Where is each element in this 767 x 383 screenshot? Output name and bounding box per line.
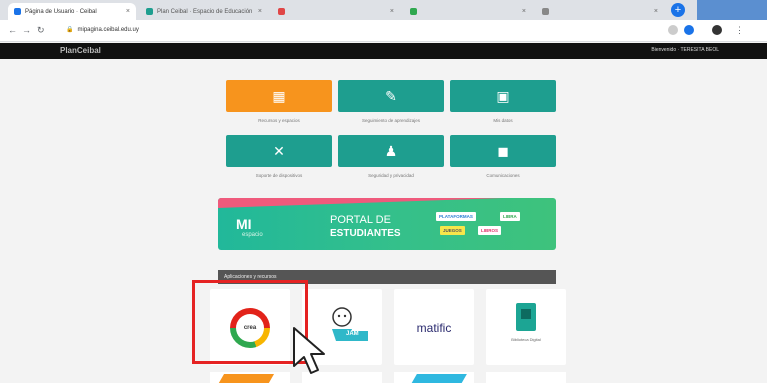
tile-soporte[interactable]: ✕ [226,135,332,167]
site-logo[interactable]: PlanCeibal [60,46,101,55]
user-greeting[interactable]: Bienvenido · TERESITA BEOL [651,47,719,53]
menu-dots-icon[interactable]: ⋮ [735,25,744,36]
tile-caption: Seguimiento de aprendizajes [361,118,421,123]
close-icon[interactable]: × [654,8,658,15]
tab-favicon-icon [542,8,549,15]
tab-favicon-icon [146,8,153,15]
bookmark-icon: ◼ [497,142,509,159]
banner-portal-line2: ESTUDIANTES [330,228,401,239]
portal-estudiantes-banner[interactable]: MI espacio PORTAL DE ESTUDIANTES PLATAFO… [218,198,556,250]
tab-label: Página de Usuario · Ceibal [25,8,97,15]
close-icon[interactable]: × [258,8,262,15]
browser-tab-bar: Página de Usuario · Ceibal × Plan Ceibal… [0,0,767,20]
site-header: PlanCeibal Bienvenido · TERESITA BEOL [0,43,767,59]
tile-recursos[interactable]: ▦ [226,80,332,112]
tab-favicon-icon [278,8,285,15]
address-bar-row: ← → ↻ 🔒 mipagina.ceibal.edu.uy ⋮ [0,20,767,42]
tile-mis-datos[interactable]: ▣ [450,80,556,112]
app-card-biblioteca[interactable]: Biblioteca Digital [486,289,566,365]
biblioteca-label: Biblioteca Digital [511,337,541,342]
banner-mi: MI [236,216,252,232]
app-card[interactable] [210,372,290,383]
tile-caption: Mis datos [493,118,513,123]
tab-label: Plan Ceibal · Espacio de Educación [157,8,253,15]
banner-stripe [218,198,556,209]
url-text: mipagina.ceibal.edu.uy [77,27,139,33]
browser-tab-active[interactable]: Página de Usuario · Ceibal × [8,3,136,20]
app-card[interactable] [486,372,566,383]
tile-caption: Seguridad y privacidad [368,173,414,178]
app-card-matific[interactable]: matific [394,289,474,365]
extension-icon[interactable] [668,25,678,35]
close-icon[interactable]: × [126,8,130,15]
tab-favicon-icon [410,8,417,15]
app-card[interactable] [394,372,474,383]
chip-libra: LIBRA [500,212,520,221]
card-graphic [215,374,275,383]
highlight-box [192,280,308,364]
book-icon: ▣ [496,87,510,104]
window-controls[interactable] [697,0,767,20]
banner-portal-line1: PORTAL DE [330,214,391,226]
reload-icon[interactable]: ↻ [37,25,45,36]
clipboard-icon: ✎ [385,87,397,104]
tile-caption: Comunicaciones [486,173,520,178]
close-icon[interactable]: × [390,8,394,15]
url-field[interactable]: 🔒 mipagina.ceibal.edu.uy [66,26,139,33]
tile-caption: Soporte de dispositivos [255,173,303,178]
tile-seguimiento[interactable]: ✎ [338,80,444,112]
pointer-cursor-icon [293,327,325,374]
jam-label: JAM [346,331,359,337]
back-arrow-icon[interactable]: ← [8,25,17,35]
browser-tab[interactable]: × [404,3,532,20]
browser-tab[interactable]: × [272,3,400,20]
card-graphic [411,374,467,383]
close-icon[interactable]: × [522,8,526,15]
profile-avatar-icon[interactable] [712,25,722,35]
chip-plataformas: PLATAFORMAS [436,212,476,221]
forward-arrow-icon[interactable]: → [22,25,31,35]
user-hands-icon: ♟ [384,142,398,159]
banner-mi-sub: espacio [242,232,263,238]
tile-caption: Recursos y espacios [258,118,300,123]
extension-icon[interactable] [684,25,694,35]
chip-juegos: JUEGOS [440,226,465,235]
tools-icon: ✕ [273,142,285,159]
tab-favicon-icon [14,8,21,15]
browser-tab[interactable]: Plan Ceibal · Espacio de Educación × [140,3,268,20]
new-tab-button[interactable]: + [671,3,685,17]
book-icon [516,303,536,331]
browser-tab[interactable]: × [536,3,664,20]
grid-icon: ▦ [272,87,286,104]
lock-icon: 🔒 [66,27,74,33]
tile-comunicaciones[interactable]: ◼ [450,135,556,167]
matific-logo: matific [416,321,452,335]
tile-seguridad[interactable]: ♟ [338,135,444,167]
chip-libros: LIBROS [478,226,502,235]
